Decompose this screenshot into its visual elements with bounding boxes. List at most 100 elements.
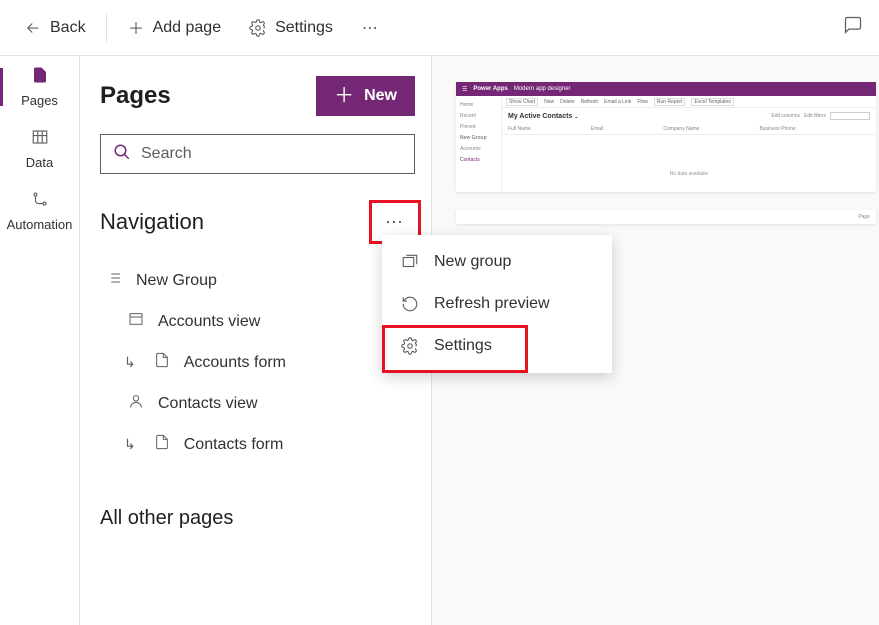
back-label: Back xyxy=(50,19,86,37)
ctx-refresh-label: Refresh preview xyxy=(434,295,550,313)
search-box[interactable] xyxy=(100,134,415,174)
preview-empty-msg: No data available xyxy=(502,135,876,177)
toolbar-separator xyxy=(106,14,107,42)
page-icon xyxy=(31,66,49,89)
plus-icon: ＋ xyxy=(334,86,354,106)
group-add-icon xyxy=(400,253,420,271)
form-icon xyxy=(152,434,172,455)
tree-item-contacts-form[interactable]: ↳ Contacts form xyxy=(100,424,415,465)
preview-view-header: My Active Contacts ⌄ Edit columns Edit f… xyxy=(502,108,876,124)
gear-icon xyxy=(249,19,267,37)
col-phone: Business Phone xyxy=(759,126,795,132)
arrow-left-icon xyxy=(24,19,42,37)
edit-filters-label: Edit filters xyxy=(804,113,826,119)
preview-side-contacts: Contacts xyxy=(458,155,499,166)
pages-pane: Pages ＋ New Navigation ⋯ New Group Accou… xyxy=(80,56,432,625)
preview-view-title: My Active Contacts ⌄ xyxy=(508,113,578,120)
back-button[interactable]: Back xyxy=(12,11,98,45)
table-icon xyxy=(31,128,49,151)
ctx-new-group-label: New group xyxy=(434,253,511,271)
flow-icon xyxy=(31,190,49,213)
toolbar-overflow-button[interactable]: ⋯ xyxy=(349,11,391,45)
preview-footer: Page xyxy=(456,210,876,224)
preview-side-pinned: Pinned xyxy=(458,122,499,133)
person-icon xyxy=(126,393,146,414)
tree-group-label: New Group xyxy=(136,272,217,290)
rail-data-label: Data xyxy=(26,155,53,170)
context-menu: New group Refresh preview Settings xyxy=(382,235,612,373)
cmd-flow: Flow xyxy=(637,99,648,105)
rail-pages[interactable]: Pages xyxy=(0,56,80,118)
preview-brand: Power Apps xyxy=(473,86,507,92)
add-page-label: Add page xyxy=(153,19,222,37)
cmd-delete: Delete xyxy=(560,99,574,105)
left-rail: Pages Data Automation xyxy=(0,56,80,625)
rail-automation[interactable]: Automation xyxy=(0,180,80,242)
tree-item-accounts-view[interactable]: Accounts view xyxy=(100,301,415,342)
ctx-new-group[interactable]: New group xyxy=(382,241,612,283)
form-icon xyxy=(152,352,172,373)
edit-columns-label: Edit columns xyxy=(771,113,800,119)
list-icon xyxy=(104,270,124,291)
preview-side-recent: Recent xyxy=(458,111,499,122)
rail-pages-label: Pages xyxy=(21,93,58,108)
add-page-button[interactable]: Add page xyxy=(115,11,234,45)
more-icon: ⋯ xyxy=(385,212,405,233)
preview-side-accounts: Accounts xyxy=(458,144,499,155)
preview-side-home: Home xyxy=(458,100,499,111)
preview-titlebar: ☰ Power Apps Modern app designer xyxy=(456,82,876,96)
preview-filter-row: Edit columns Edit filters xyxy=(771,112,870,120)
hamburger-icon: ☰ xyxy=(462,86,467,93)
tree-item-label: Accounts view xyxy=(158,313,260,331)
search-icon xyxy=(113,143,131,166)
preview-columns: Full Name Email Company Name Business Ph… xyxy=(502,124,876,135)
rail-automation-label: Automation xyxy=(7,217,73,232)
navigation-header: Navigation ⋯ xyxy=(100,200,415,244)
subform-arrow-icon: ↳ xyxy=(124,354,136,371)
tree-item-accounts-form[interactable]: ↳ Accounts form xyxy=(100,342,415,383)
ctx-refresh-preview[interactable]: Refresh preview xyxy=(382,283,612,325)
tree-group[interactable]: New Group xyxy=(100,260,415,301)
more-icon: ⋯ xyxy=(361,19,379,37)
cmd-refresh: Refresh xyxy=(581,99,599,105)
col-name: Full Name xyxy=(508,126,531,132)
new-button[interactable]: ＋ New xyxy=(316,76,415,116)
cmd-run-report: Run Report xyxy=(654,98,686,106)
col-company: Company Name xyxy=(663,126,699,132)
cmd-email: Email a Link xyxy=(604,99,631,105)
ctx-settings[interactable]: Settings xyxy=(382,325,612,367)
settings-button[interactable]: Settings xyxy=(237,11,345,45)
preview-main: Show Chart New Delete Refresh Email a Li… xyxy=(502,96,876,192)
preview-side-group: New Group xyxy=(458,133,499,144)
chat-icon[interactable] xyxy=(843,15,867,41)
preview-frame: ☰ Power Apps Modern app designer Home Re… xyxy=(456,82,876,192)
refresh-icon xyxy=(400,295,420,313)
tree-item-label: Accounts form xyxy=(184,354,286,372)
cmd-new: New xyxy=(544,99,554,105)
preview-sidebar: Home Recent Pinned New Group Accounts Co… xyxy=(456,96,502,192)
preview-command-bar: Show Chart New Delete Refresh Email a Li… xyxy=(502,96,876,108)
view-icon xyxy=(126,311,146,332)
pane-title: Pages xyxy=(100,82,171,110)
gear-icon xyxy=(400,337,420,355)
tree-item-label: Contacts form xyxy=(184,436,284,454)
col-email: Email xyxy=(591,126,604,132)
preview-body: Home Recent Pinned New Group Accounts Co… xyxy=(456,96,876,192)
filter-keyword-box xyxy=(830,112,870,120)
subform-arrow-icon: ↳ xyxy=(124,436,136,453)
top-toolbar: Back Add page Settings ⋯ xyxy=(0,0,879,56)
search-input[interactable] xyxy=(141,145,402,163)
new-label: New xyxy=(364,87,397,105)
all-other-pages-title: All other pages xyxy=(100,507,415,530)
navigation-title: Navigation xyxy=(100,209,204,235)
cmd-show-chart: Show Chart xyxy=(506,98,538,106)
pane-header: Pages ＋ New xyxy=(100,76,415,116)
tree-item-label: Contacts view xyxy=(158,395,258,413)
ctx-settings-label: Settings xyxy=(434,337,492,355)
tree-item-contacts-view[interactable]: Contacts view xyxy=(100,383,415,424)
plus-icon xyxy=(127,19,145,37)
cmd-excel: Excel Templates xyxy=(691,98,733,106)
rail-data[interactable]: Data xyxy=(0,118,80,180)
preview-footer-page: Page xyxy=(858,214,870,220)
preview-app-name: Modern app designer xyxy=(514,86,571,92)
